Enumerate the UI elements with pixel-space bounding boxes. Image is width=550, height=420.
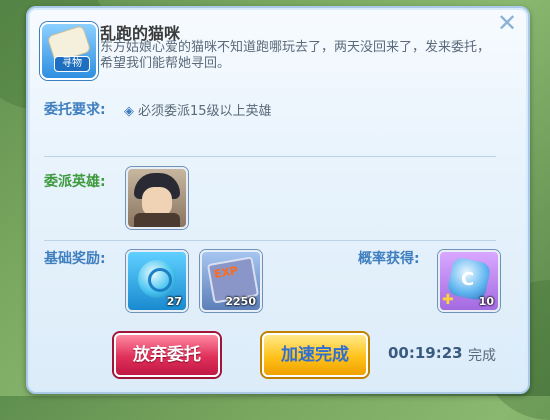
countdown-timer: 00:19:23 (388, 344, 463, 362)
divider (44, 156, 496, 157)
base-reward-label: 基础奖励: (44, 251, 106, 267)
hero-portrait-slot[interactable] (126, 167, 188, 229)
task-type-tag: 寻物 (54, 56, 90, 72)
task-description: 东方姑娘心爱的猫咪不知道跑哪玩去了，两天没回来了，发来委托，希望我们能帮她寻回。 (100, 40, 491, 71)
close-button[interactable]: ✕ (494, 10, 520, 36)
hero-coat (134, 213, 180, 227)
requirement-text: ◈ 必须委派15级以上英雄 (124, 100, 272, 119)
reward-item-exp[interactable]: EXP 2250 (200, 250, 262, 312)
reward-item-crystal[interactable]: 27 (126, 250, 188, 312)
reward-count: 10 (478, 295, 494, 308)
diamond-bullet-icon: ◈ (124, 104, 134, 119)
completion-status: 完成 (468, 348, 496, 364)
puzzle-piece-icon: ✚ (442, 292, 454, 308)
chance-reward-label: 概率获得: (358, 251, 420, 267)
gem-symbol: C (461, 269, 475, 290)
reward-count: 27 (166, 295, 182, 308)
requirement-label: 委托要求: (44, 102, 106, 118)
abandon-task-button[interactable]: 放弃委托 (114, 333, 220, 377)
task-type-icon: 寻物 (40, 22, 98, 80)
hero-label: 委派英雄: (44, 174, 106, 190)
divider (44, 240, 496, 241)
speed-up-button[interactable]: 加速完成 (262, 333, 368, 377)
crystal-symbol (148, 268, 172, 292)
requirement-value: 必须委派15级以上英雄 (138, 104, 272, 119)
reward-item-gem[interactable]: C ✚ 10 (438, 250, 500, 312)
reward-count: 2250 (225, 295, 256, 308)
